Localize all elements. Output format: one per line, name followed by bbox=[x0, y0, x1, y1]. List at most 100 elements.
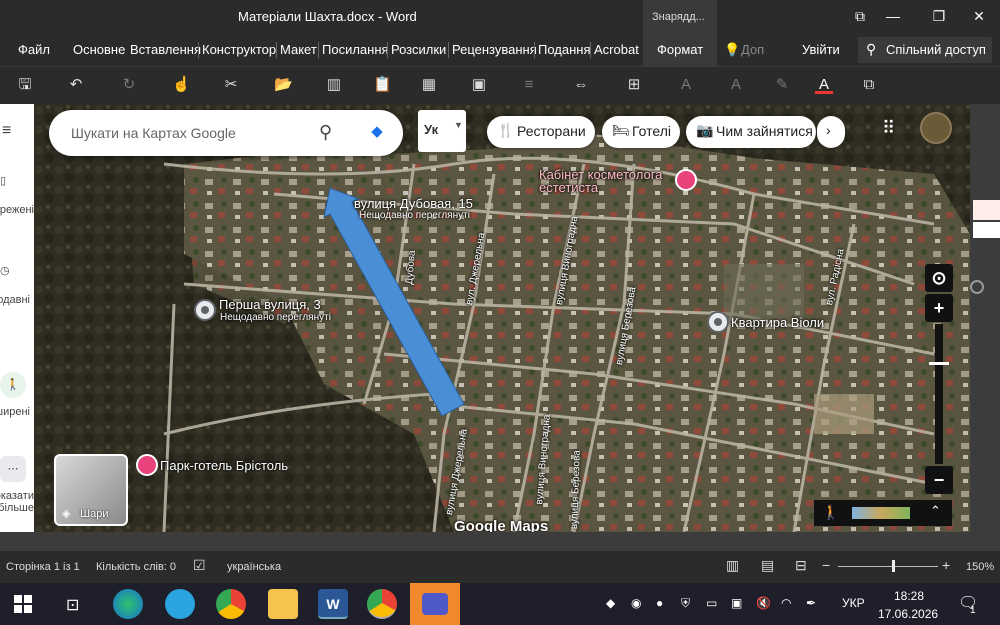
zoom-slider-thumb[interactable] bbox=[892, 560, 895, 572]
copy-icon[interactable]: ⧉ bbox=[860, 76, 878, 94]
chrome-icon[interactable] bbox=[367, 589, 397, 619]
telegram-icon[interactable] bbox=[165, 589, 195, 619]
battery-icon[interactable]: ▭ bbox=[706, 596, 717, 610]
apartment-label[interactable]: Квартира Віоли bbox=[731, 315, 824, 330]
saved-icon[interactable]: ▯ bbox=[0, 174, 34, 187]
touch-mode-icon[interactable]: ☝ bbox=[172, 76, 191, 94]
proofing-icon[interactable]: ☑ bbox=[193, 557, 206, 574]
ribbon-display-icon[interactable]: ⧉ bbox=[845, 4, 875, 28]
language-status[interactable]: українська bbox=[227, 561, 281, 573]
avatar[interactable] bbox=[920, 112, 952, 144]
map-search-box[interactable]: Шукати на Картах Google ⚲ ◆ bbox=[49, 110, 403, 156]
display-icon[interactable]: ▣ bbox=[731, 596, 742, 610]
directions-icon[interactable]: ◆ bbox=[363, 118, 391, 146]
close-button[interactable]: ✕ bbox=[964, 4, 994, 28]
pegman-icon[interactable]: 🚶 bbox=[822, 504, 839, 521]
dubova-street-label[interactable]: вулиця Дубовая, 15 bbox=[354, 196, 473, 211]
recent-icon[interactable]: ◷ bbox=[0, 264, 34, 277]
share-button[interactable]: ⚲ Спільний доступ bbox=[858, 37, 992, 63]
zoom-level[interactable]: 150% bbox=[966, 561, 994, 573]
tab-acrobat[interactable]: Acrobat bbox=[594, 42, 639, 57]
zoom-in-icon[interactable]: + bbox=[942, 557, 950, 573]
chevron-down-icon[interactable]: ▼ bbox=[454, 120, 463, 130]
more-icon[interactable]: ⋯ bbox=[0, 456, 26, 482]
read-mode-icon[interactable]: ▥ bbox=[325, 76, 343, 94]
tab-file[interactable]: Файл bbox=[18, 42, 50, 57]
apartment-pin[interactable] bbox=[707, 311, 729, 333]
pills-next-button[interactable]: › bbox=[817, 116, 845, 148]
clock-time[interactable]: 18:28 bbox=[894, 589, 924, 603]
open-folder-icon[interactable]: 📂 bbox=[274, 76, 293, 94]
picture-icon[interactable]: ▣ bbox=[470, 76, 488, 94]
redo-icon[interactable]: ↻ bbox=[120, 76, 138, 94]
minimize-button[interactable]: — bbox=[878, 4, 908, 28]
sign-in-link[interactable]: Увійти bbox=[802, 42, 840, 57]
recent-label[interactable]: Нещодавні bbox=[0, 294, 30, 306]
tab-home[interactable]: Основне bbox=[73, 42, 125, 57]
menu-icon[interactable]: ≡ bbox=[2, 122, 36, 140]
map-image[interactable]: Шукати на Картах Google ⚲ ◆ Ук ▼ 🍴 Ресто… bbox=[34, 104, 970, 532]
dropbox-icon[interactable]: ◆ bbox=[606, 596, 615, 610]
zoom-out-icon[interactable]: − bbox=[822, 557, 830, 573]
show-more-label[interactable]: Показати більше bbox=[0, 490, 34, 514]
expand-icon[interactable]: ⌃ bbox=[930, 503, 941, 519]
apps-grid-icon[interactable]: ⠿ bbox=[882, 118, 895, 139]
pill-restaurants[interactable]: 🍴 Ресторани bbox=[487, 116, 595, 148]
font-shrink-icon[interactable]: A bbox=[727, 76, 745, 94]
print-layout-icon[interactable]: ▤ bbox=[761, 557, 774, 574]
tab-mailings[interactable]: Розсилки bbox=[391, 42, 446, 57]
zoom-slider-track[interactable] bbox=[929, 324, 949, 464]
zoom-slider-thumb[interactable] bbox=[929, 362, 949, 365]
tell-me-search[interactable]: Доп bbox=[741, 42, 764, 57]
tab-references[interactable]: Посилання bbox=[322, 42, 389, 57]
tab-layout[interactable]: Макет bbox=[280, 42, 317, 57]
tab-review[interactable]: Рецензування bbox=[452, 42, 537, 57]
tab-insert[interactable]: Вставлення bbox=[130, 42, 201, 57]
tab-design[interactable]: Конструктор bbox=[202, 42, 276, 57]
task-view-icon[interactable]: ⊡ bbox=[66, 595, 79, 615]
persha-street-pin[interactable] bbox=[194, 299, 216, 321]
pen-icon[interactable]: ✒ bbox=[806, 596, 816, 610]
tools-tab[interactable]: Знарядд... bbox=[643, 0, 717, 34]
insert-icon[interactable]: ⊞ bbox=[625, 76, 643, 94]
rotate-handle-icon[interactable] bbox=[970, 280, 984, 294]
input-language[interactable]: УКР bbox=[842, 596, 865, 610]
saved-label[interactable]: Збережені bbox=[0, 204, 34, 216]
wifi-icon[interactable]: ◠ bbox=[781, 596, 791, 610]
paste-icon[interactable]: 📋 bbox=[373, 76, 392, 94]
hotel-pin[interactable] bbox=[136, 454, 158, 476]
pill-things-to-do[interactable]: 📷 Чим зайнятися bbox=[686, 116, 816, 148]
tab-view[interactable]: Подання bbox=[538, 42, 591, 57]
search-icon[interactable]: ⚲ bbox=[319, 122, 332, 143]
chrome-icon[interactable] bbox=[216, 589, 246, 619]
word-count[interactable]: Кількість слів: 0 bbox=[96, 561, 176, 573]
page-count[interactable]: Сторінка 1 із 1 bbox=[6, 561, 80, 573]
walk-icon[interactable]: 🚶 bbox=[0, 372, 26, 398]
pill-hotels[interactable]: 🛏 Готелі bbox=[602, 116, 680, 148]
teams-icon[interactable] bbox=[410, 583, 460, 625]
whatsapp-icon[interactable]: ◉ bbox=[631, 596, 641, 610]
undo-icon[interactable]: ↶ bbox=[67, 76, 85, 94]
align-icon[interactable]: ≡ bbox=[520, 76, 538, 94]
shared-label[interactable]: Поширені bbox=[0, 406, 30, 418]
zoom-in-button[interactable]: + bbox=[925, 294, 953, 322]
resize-icon[interactable]: ⇔ bbox=[572, 76, 590, 94]
file-explorer-icon[interactable] bbox=[268, 589, 298, 619]
security-icon[interactable]: ⛨ bbox=[681, 596, 690, 611]
map-thumbnails[interactable] bbox=[852, 507, 910, 519]
zoom-out-button[interactable]: − bbox=[925, 466, 953, 494]
restore-button[interactable]: ❐ bbox=[924, 4, 954, 28]
edge-icon[interactable] bbox=[113, 589, 143, 619]
clock-date[interactable]: 17.06.2026 bbox=[878, 607, 938, 621]
save-icon[interactable]: 🖫 bbox=[16, 76, 34, 94]
map-search-input[interactable]: Шукати на Картах Google bbox=[71, 125, 236, 141]
highlight-icon[interactable]: ✎ bbox=[773, 76, 791, 94]
cosmetologist-label[interactable]: Кабінет косметолога естетиста bbox=[539, 168, 674, 194]
zoom-slider[interactable] bbox=[838, 560, 938, 572]
persha-street-label[interactable]: Перша вулиця, 3 bbox=[219, 297, 321, 312]
table-icon[interactable]: ▦ bbox=[420, 76, 438, 94]
font-size-icon[interactable]: A bbox=[677, 76, 695, 94]
language-button[interactable]: Ук ▼ bbox=[418, 110, 466, 152]
start-button[interactable] bbox=[14, 595, 32, 613]
read-mode-icon[interactable]: ▥ bbox=[726, 557, 739, 574]
